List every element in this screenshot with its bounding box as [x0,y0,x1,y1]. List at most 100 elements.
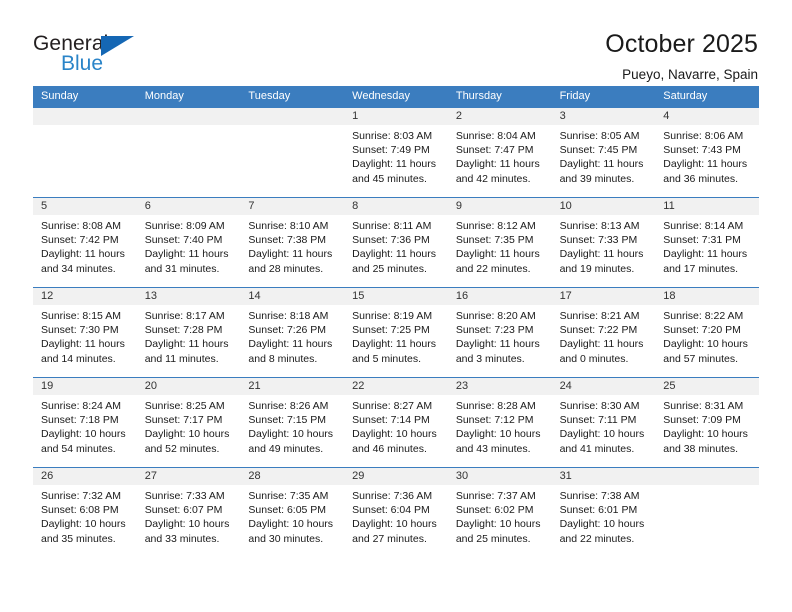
day-cell[interactable]: Sunrise: 8:17 AM Sunset: 7:28 PM Dayligh… [137,305,241,377]
daylight-text-line2: and 19 minutes. [559,262,635,275]
daylight-text-line1: Daylight: 10 hours [455,428,541,441]
day-cell[interactable]: Sunrise: 8:20 AM Sunset: 7:23 PM Dayligh… [448,305,552,377]
day-cell[interactable]: Sunrise: 8:10 AM Sunset: 7:38 PM Dayligh… [240,215,344,287]
sunrise-text: Sunrise: 8:13 AM [559,220,640,232]
daylight-text-line2: and 45 minutes. [352,172,427,185]
day-cell[interactable]: Sunrise: 8:08 AM Sunset: 7:42 PM Dayligh… [33,215,137,287]
day-cell[interactable]: Sunrise: 8:21 AM Sunset: 7:22 PM Dayligh… [552,305,656,377]
sunset-text: Sunset: 7:42 PM [41,234,119,247]
weekday-header-row: Sunday Monday Tuesday Wednesday Thursday… [33,86,759,107]
day-number: 3 [559,110,566,122]
day-cell[interactable] [655,485,759,557]
week-cells: Sunrise: 8:15 AM Sunset: 7:30 PM Dayligh… [33,305,759,377]
day-number: 18 [663,290,676,302]
day-cell[interactable]: Sunrise: 8:26 AM Sunset: 7:15 PM Dayligh… [240,395,344,467]
day-number: 20 [144,380,157,392]
day-cell[interactable]: Sunrise: 8:27 AM Sunset: 7:14 PM Dayligh… [344,395,448,467]
week-cells: Sunrise: 8:08 AM Sunset: 7:42 PM Dayligh… [33,215,759,287]
day-cell[interactable]: Sunrise: 8:18 AM Sunset: 7:26 PM Dayligh… [240,305,344,377]
daylight-text-line2: and 35 minutes. [41,532,116,545]
daylight-text-line2: and 11 minutes. [144,352,219,365]
week-cells: Sunrise: 8:24 AM Sunset: 7:18 PM Dayligh… [33,395,759,467]
daylight-text-line1: Daylight: 10 hours [144,518,230,531]
day-number: 1 [352,110,359,122]
day-cell[interactable]: Sunrise: 8:15 AM Sunset: 7:30 PM Dayligh… [33,305,137,377]
day-cell[interactable] [137,125,241,197]
day-cell[interactable]: Sunrise: 8:14 AM Sunset: 7:31 PM Dayligh… [655,215,759,287]
sunrise-text: Sunrise: 8:28 AM [455,400,536,412]
day-cell[interactable]: Sunrise: 7:37 AM Sunset: 6:02 PM Dayligh… [448,485,552,557]
daylight-text-line1: Daylight: 10 hours [352,518,437,531]
day-cell[interactable]: Sunrise: 7:38 AM Sunset: 6:01 PM Dayligh… [552,485,656,557]
day-number: 17 [559,290,572,302]
day-cell[interactable] [240,125,344,197]
sunset-text: Sunset: 6:05 PM [248,504,327,517]
sunrise-text: Sunrise: 8:27 AM [352,400,433,412]
daylight-text-line1: Daylight: 10 hours [663,428,748,441]
daylight-text-line2: and 57 minutes. [663,352,738,365]
day-cell[interactable]: Sunrise: 8:04 AM Sunset: 7:47 PM Dayligh… [448,125,552,197]
day-cell[interactable] [33,125,137,197]
day-number: 24 [559,380,572,392]
day-cell[interactable]: Sunrise: 8:05 AM Sunset: 7:45 PM Dayligh… [552,125,656,197]
page-title: October 2025 [605,30,758,58]
sunset-text: Sunset: 6:04 PM [352,504,430,517]
daylight-text-line1: Daylight: 10 hours [248,428,334,441]
sunset-text: Sunset: 7:14 PM [352,414,430,427]
day-cell[interactable]: Sunrise: 8:11 AM Sunset: 7:36 PM Dayligh… [344,215,448,287]
daylight-text-line2: and 17 minutes. [663,262,738,275]
logo-triangle-icon [101,36,134,56]
sunset-text: Sunset: 7:22 PM [559,324,638,337]
day-cell[interactable]: Sunrise: 7:35 AM Sunset: 6:05 PM Dayligh… [240,485,344,557]
day-cell[interactable]: Sunrise: 8:03 AM Sunset: 7:49 PM Dayligh… [344,125,448,197]
sunset-text: Sunset: 7:15 PM [248,414,327,427]
day-cell[interactable]: Sunrise: 8:31 AM Sunset: 7:09 PM Dayligh… [655,395,759,467]
day-number: 2 [455,110,462,122]
daylight-text-line2: and 30 minutes. [248,532,324,545]
daylight-text-line1: Daylight: 11 hours [248,338,333,351]
sunset-text: Sunset: 6:07 PM [144,504,223,517]
daylight-text-line2: and 36 minutes. [663,172,738,185]
day-cell[interactable]: Sunrise: 8:19 AM Sunset: 7:25 PM Dayligh… [344,305,448,377]
day-cell[interactable]: Sunrise: 8:24 AM Sunset: 7:18 PM Dayligh… [33,395,137,467]
day-number: 27 [144,470,157,482]
sunrise-text: Sunrise: 8:24 AM [41,400,121,412]
day-cell[interactable]: Sunrise: 8:28 AM Sunset: 7:12 PM Dayligh… [448,395,552,467]
daylight-text-line2: and 38 minutes. [663,442,738,455]
day-cell[interactable]: Sunrise: 8:06 AM Sunset: 7:43 PM Dayligh… [655,125,759,197]
day-number: 12 [41,290,54,302]
day-cell[interactable]: Sunrise: 8:09 AM Sunset: 7:40 PM Dayligh… [137,215,241,287]
day-cell[interactable]: Sunrise: 7:32 AM Sunset: 6:08 PM Dayligh… [33,485,137,557]
day-cell[interactable]: Sunrise: 8:13 AM Sunset: 7:33 PM Dayligh… [552,215,656,287]
daylight-text-line1: Daylight: 11 hours [144,248,229,261]
sunrise-text: Sunrise: 8:03 AM [352,130,433,142]
day-cell[interactable]: Sunrise: 7:36 AM Sunset: 6:04 PM Dayligh… [344,485,448,557]
sunset-text: Sunset: 7:36 PM [352,234,430,247]
sunrise-text: Sunrise: 8:31 AM [663,400,744,412]
daylight-text-line2: and 22 minutes. [559,532,635,545]
day-number: 25 [663,380,676,392]
sunrise-text: Sunrise: 8:18 AM [248,310,329,322]
weekday-tuesday: Tuesday [248,90,291,102]
daylight-text-line1: Daylight: 11 hours [455,248,540,261]
sunrise-text: Sunrise: 8:04 AM [455,130,536,142]
day-cell[interactable]: Sunrise: 7:33 AM Sunset: 6:07 PM Dayligh… [137,485,241,557]
sunrise-text: Sunrise: 8:25 AM [144,400,225,412]
daylight-text-line2: and 14 minutes. [41,352,116,365]
daylight-text-line2: and 31 minutes. [144,262,220,275]
sunset-text: Sunset: 7:25 PM [352,324,430,337]
day-cell[interactable]: Sunrise: 8:25 AM Sunset: 7:17 PM Dayligh… [137,395,241,467]
sunrise-text: Sunrise: 8:21 AM [559,310,640,322]
sunset-text: Sunset: 6:02 PM [455,504,534,517]
daylight-text-line2: and 52 minutes. [144,442,220,455]
day-number: 9 [455,200,462,212]
day-number [137,108,241,125]
day-cell[interactable]: Sunrise: 8:22 AM Sunset: 7:20 PM Dayligh… [655,305,759,377]
sunrise-text: Sunrise: 8:05 AM [559,130,640,142]
sunrise-text: Sunrise: 7:37 AM [455,490,536,502]
sunrise-text: Sunrise: 8:06 AM [663,130,744,142]
day-cell[interactable]: Sunrise: 8:12 AM Sunset: 7:35 PM Dayligh… [448,215,552,287]
general-blue-logo[interactable]: General Blue [33,28,143,76]
day-cell[interactable]: Sunrise: 8:30 AM Sunset: 7:11 PM Dayligh… [552,395,656,467]
sunrise-text: Sunrise: 8:14 AM [663,220,744,232]
